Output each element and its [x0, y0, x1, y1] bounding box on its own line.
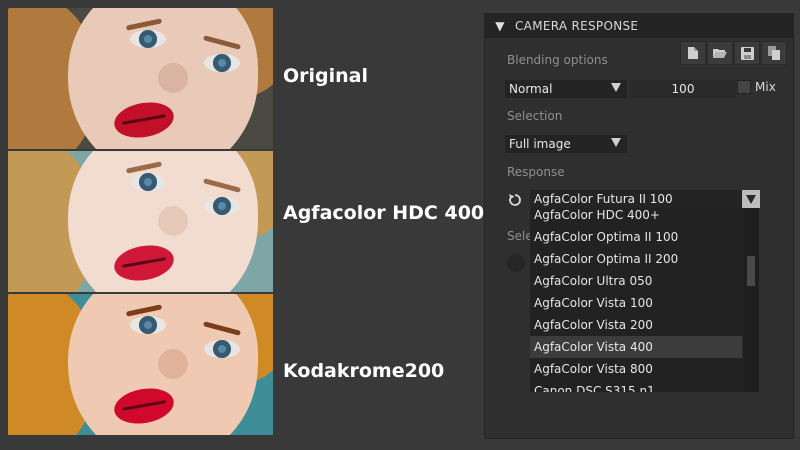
list-item[interactable]: AgfaColor Ultra 050 — [530, 270, 742, 292]
chevron-down-icon — [746, 194, 756, 204]
chevron-down-icon — [611, 83, 621, 92]
photo-original — [8, 8, 273, 149]
preset-toolbar — [680, 41, 787, 65]
list-item[interactable]: AgfaColor Vista 100 — [530, 292, 742, 314]
mix-label: Mix — [755, 80, 776, 94]
response-label: Response — [507, 165, 565, 179]
label-kodakrome: Kodakrome200 — [283, 360, 445, 382]
panel-title: CAMERA RESPONSE — [515, 19, 639, 33]
mix-checkbox[interactable] — [737, 80, 751, 94]
opacity-field[interactable]: 100 — [630, 80, 736, 98]
photo-comparison-strip — [8, 8, 273, 438]
blending-options-label: Blending options — [507, 53, 608, 67]
copy-icon[interactable] — [761, 41, 787, 65]
label-original: Original — [283, 65, 369, 87]
selection-value: Full image — [509, 137, 571, 151]
photo-agfacolor — [8, 151, 273, 292]
response-dropdown[interactable]: AgfaColor Futura II 100 — [530, 190, 742, 208]
reset-icon[interactable] — [508, 192, 522, 206]
chevron-down-icon — [611, 138, 621, 147]
folder-open-icon[interactable] — [707, 41, 733, 65]
selection-dropdown[interactable]: Full image — [505, 135, 627, 153]
photo-kodakrome — [8, 294, 273, 435]
list-item[interactable]: AgfaColor Optima II 100 — [530, 226, 742, 248]
response-value: AgfaColor Futura II 100 — [534, 192, 673, 206]
list-item[interactable]: AgfaColor Vista 800 — [530, 358, 742, 380]
obscured-color-swatch[interactable] — [507, 254, 525, 272]
selection-label: Selection — [507, 109, 563, 123]
list-item[interactable]: AgfaColor Optima II 200 — [530, 248, 742, 270]
list-item[interactable]: Canon DSC S315 n1 — [530, 380, 742, 392]
list-item-highlighted[interactable]: AgfaColor Vista 400 — [530, 336, 742, 358]
collapse-triangle-icon[interactable]: ▼ — [485, 19, 515, 33]
blend-mode-value: Normal — [509, 82, 553, 96]
scrollbar-thumb[interactable] — [747, 256, 755, 286]
scrollbar[interactable] — [742, 208, 759, 392]
file-icon[interactable] — [680, 41, 706, 65]
obscured-section-label: Sele — [507, 229, 533, 243]
response-dropdown-toggle[interactable] — [742, 190, 760, 208]
response-list[interactable]: AgfaColor HDC 400+ AgfaColor Optima II 1… — [530, 208, 759, 392]
blend-mode-dropdown[interactable]: Normal — [505, 80, 627, 98]
panel-header[interactable]: ▼ CAMERA RESPONSE — [485, 14, 793, 38]
list-item[interactable]: AgfaColor HDC 400+ — [530, 208, 742, 226]
label-agfacolor: Agfacolor HDC 400+ — [283, 202, 501, 224]
save-icon[interactable] — [734, 41, 760, 65]
list-item[interactable]: AgfaColor Vista 200 — [530, 314, 742, 336]
